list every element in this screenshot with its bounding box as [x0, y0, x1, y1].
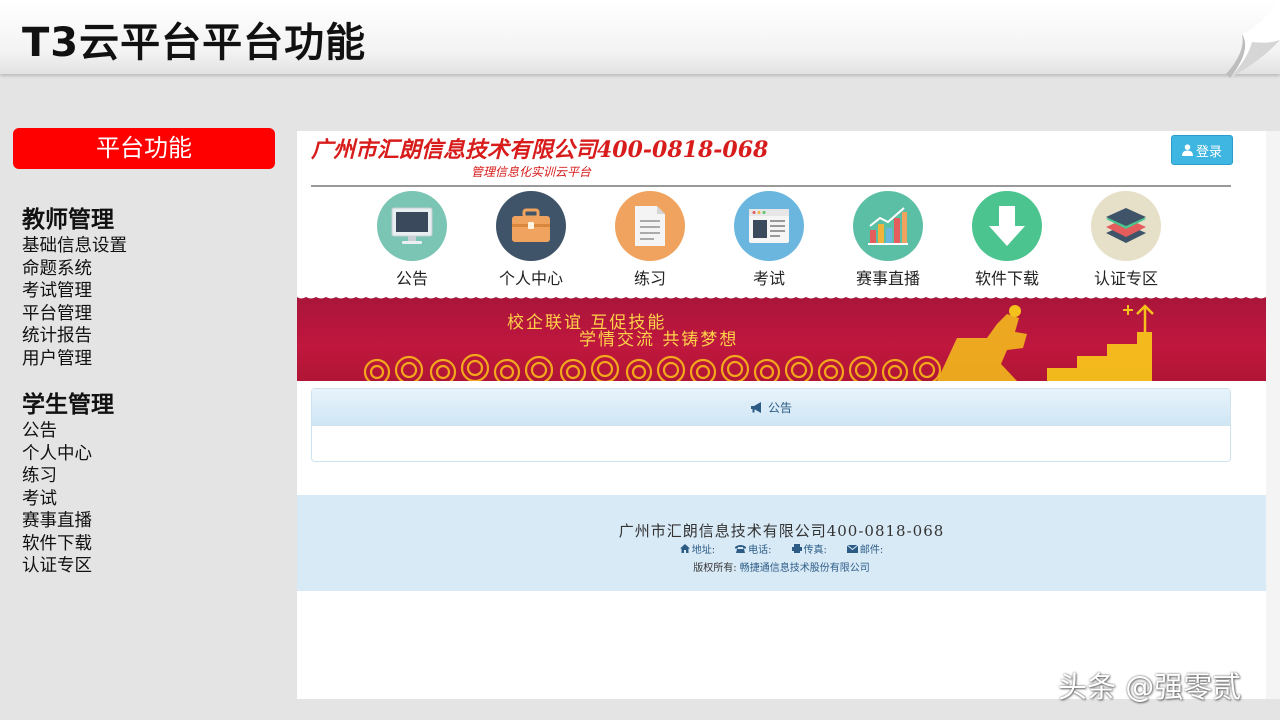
nav-item-exam[interactable]: 考试: [719, 191, 819, 288]
envelope-icon: [846, 544, 858, 553]
scroll-edge: [1266, 131, 1280, 699]
monitor-icon: [377, 191, 447, 261]
slide-header: T3云平台平台功能: [0, 0, 1280, 78]
bar-chart-icon: [853, 191, 923, 261]
student-menu-item: 个人中心: [22, 443, 92, 464]
footer-copyright: 版权所有: 畅捷通信息技术股份有限公司: [693, 563, 870, 574]
briefcase-icon: [496, 191, 566, 261]
student-menu-item: 公告: [22, 421, 57, 441]
footer-contacts: 地址: 电话: 传真: 邮件:: [297, 541, 1266, 556]
scalloped-edge: [297, 294, 1266, 299]
banner-slogan-2: 学情交流 共铸梦想: [579, 330, 739, 350]
company-title: 广州市汇朗信息技术有限公司400-0818-068: [311, 137, 769, 163]
nav-label: 公告: [395, 269, 428, 288]
nav-item-personal-center[interactable]: 个人中心: [481, 191, 581, 288]
footer-company: 广州市汇朗信息技术有限公司400-0818-068: [618, 522, 945, 540]
student-menu-item: 认证专区: [22, 556, 92, 576]
nav-label: 考试: [752, 269, 785, 288]
login-label: 登录: [1195, 144, 1222, 160]
site-footer: 广州市汇朗信息技术有限公司400-0818-068 地址: 电话: 传真: 邮件…: [297, 495, 1266, 591]
phone-icon: [735, 545, 747, 553]
teacher-menu-item: 命题系统: [22, 258, 92, 279]
platform-subtitle: 管理信息化实训云平台: [471, 165, 592, 179]
student-menu-item: 练习: [22, 466, 57, 486]
login-button[interactable]: 登录: [1171, 135, 1233, 165]
layers-icon: [1091, 191, 1161, 261]
teacher-menu-item: 统计报告: [22, 326, 92, 346]
teacher-menu-item: 平台管理: [22, 303, 92, 324]
browser-window-icon: [734, 191, 804, 261]
user-icon: [1181, 144, 1193, 156]
student-menu: 学生管理 公告 个人中心 练习 考试 赛事直播 软件下载 认证专区: [22, 390, 114, 578]
footer-email: 邮件:: [846, 541, 883, 556]
promo-banner: 校企联谊 互促技能 学情交流 共铸梦想: [297, 294, 1266, 381]
slide-title: T3云平台平台功能: [22, 20, 367, 66]
nav-item-software-download[interactable]: 软件下载: [957, 191, 1057, 288]
swirl-cloud-pattern: [363, 353, 942, 381]
student-menu-item: 软件下载: [22, 533, 92, 554]
page-curl-icon: [1226, 0, 1280, 78]
nav-item-practice[interactable]: 练习: [600, 191, 700, 288]
notice-panel-header[interactable]: 公告: [312, 389, 1230, 426]
student-menu-item: 考试: [22, 488, 57, 509]
student-menu-heading: 学生管理: [22, 392, 114, 418]
teacher-menu-heading: 教师管理: [22, 207, 114, 233]
footer-fax: 传真:: [791, 541, 827, 556]
printer-icon: [791, 544, 802, 553]
nav-label: 认证专区: [1093, 269, 1158, 288]
document-icon: [615, 191, 685, 261]
notice-panel: 公告: [311, 388, 1231, 462]
nav-label: 软件下载: [974, 269, 1039, 288]
teacher-menu-item: 考试管理: [22, 281, 92, 301]
copyright-owner-link[interactable]: 畅捷通信息技术股份有限公司: [740, 563, 870, 574]
notice-panel-title: 公告: [767, 400, 792, 415]
download-arrow-icon: [972, 191, 1042, 261]
header-divider: [311, 185, 1231, 187]
footer-phone: 电话:: [735, 541, 772, 556]
nav-label: 赛事直播: [855, 269, 920, 288]
student-menu-item: 赛事直播: [22, 511, 92, 531]
nav-item-notice[interactable]: 公告: [362, 191, 462, 288]
megaphone-icon: [750, 401, 761, 413]
nav-item-certification[interactable]: 认证专区: [1076, 191, 1176, 288]
teacher-menu: 教师管理 基础信息设置 命题系统 考试管理 平台管理 统计报告 用户管理: [22, 205, 127, 370]
nav-item-live-events[interactable]: 赛事直播: [838, 191, 938, 288]
teacher-menu-item: 基础信息设置: [22, 236, 127, 256]
website-screenshot: 广州市汇朗信息技术有限公司400-0818-068 管理信息化实训云平台 登录 …: [297, 131, 1266, 699]
footer-address: 地址:: [679, 541, 715, 556]
nav-label: 个人中心: [498, 269, 563, 288]
teacher-menu-item: 用户管理: [22, 348, 92, 369]
watermark: 头条 @强零贰: [1058, 670, 1242, 704]
nav-label: 练习: [633, 269, 666, 288]
home-icon: [679, 544, 690, 553]
platform-feature-badge: 平台功能: [13, 128, 275, 169]
climbing-figure-stairs-icon: [937, 304, 1154, 381]
